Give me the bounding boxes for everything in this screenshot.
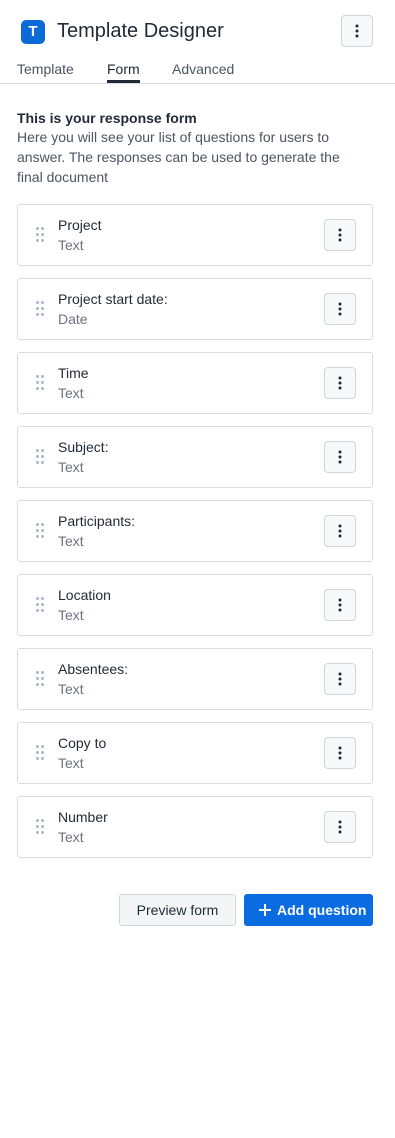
question-card[interactable]: Number Text [17,796,373,858]
question-label: Copy to [58,735,107,751]
kebab-menu-icon [338,228,342,242]
app-logo: T [21,20,45,44]
tab-advanced[interactable]: Advanced [172,60,234,83]
drag-handle-icon[interactable] [36,523,44,538]
kebab-menu-icon [355,24,359,38]
question-card[interactable]: Project Text [17,204,373,266]
question-card[interactable]: Location Text [17,574,373,636]
kebab-menu-icon [338,598,342,612]
add-question-button[interactable]: Add question [244,894,373,926]
header-menu-button[interactable] [341,15,373,47]
question-menu-button[interactable] [324,219,356,251]
drag-handle-icon[interactable] [36,745,44,760]
tab-form[interactable]: Form [107,60,140,83]
question-card[interactable]: Project start date: Date [17,278,373,340]
header: T Template Designer [0,0,395,56]
drag-handle-icon[interactable] [36,449,44,464]
question-label: Subject: [58,439,109,455]
question-label: Location [58,587,111,603]
question-type: Text [58,681,84,697]
drag-handle-icon[interactable] [36,301,44,316]
question-menu-button[interactable] [324,737,356,769]
intro-text: Here you will see your list of questions… [17,129,340,185]
question-list: Project Text Project start date: Date Time Te… [17,204,373,870]
kebab-menu-icon [338,820,342,834]
question-type: Text [58,533,84,549]
app-title: Template Designer [57,20,224,42]
question-label: Time [58,365,89,381]
question-type: Text [58,829,84,845]
question-card[interactable]: Participants: Text [17,500,373,562]
preview-form-button[interactable]: Preview form [119,894,236,926]
question-card[interactable]: Copy to Text [17,722,373,784]
question-menu-button[interactable] [324,441,356,473]
question-label: Absentees: [58,661,129,677]
question-type: Text [58,385,84,401]
tab-template[interactable]: Template [17,60,74,83]
kebab-menu-icon [338,672,342,686]
add-question-label: Add question [277,902,367,918]
tab-bar: Template Form Advanced [0,56,395,84]
question-menu-button[interactable] [324,811,356,843]
plus-icon [259,904,271,916]
question-label: Project start date: [58,291,168,307]
drag-handle-icon[interactable] [36,375,44,390]
kebab-menu-icon [338,302,342,316]
question-type: Text [58,755,84,771]
drag-handle-icon[interactable] [36,227,44,242]
question-menu-button[interactable] [324,367,356,399]
kebab-menu-icon [338,524,342,538]
question-label: Project [58,217,102,233]
question-label: Number [58,809,108,825]
question-type: Text [58,607,84,623]
question-card[interactable]: Absentees: Text [17,648,373,710]
question-type: Date [58,311,88,327]
kebab-menu-icon [338,376,342,390]
drag-handle-icon[interactable] [36,597,44,612]
question-card[interactable]: Subject: Text [17,426,373,488]
question-type: Text [58,237,84,253]
drag-handle-icon[interactable] [36,819,44,834]
template-designer-panel: T Template Designer Template Form Advanc… [0,0,395,1138]
question-menu-button[interactable] [324,515,356,547]
kebab-menu-icon [338,746,342,760]
question-menu-button[interactable] [324,293,356,325]
drag-handle-icon[interactable] [36,671,44,686]
question-card[interactable]: Time Text [17,352,373,414]
question-menu-button[interactable] [324,589,356,621]
question-type: Text [58,459,84,475]
question-menu-button[interactable] [324,663,356,695]
kebab-menu-icon [338,450,342,464]
question-label: Participants: [58,513,136,529]
intro-heading: This is your response form [17,110,197,126]
